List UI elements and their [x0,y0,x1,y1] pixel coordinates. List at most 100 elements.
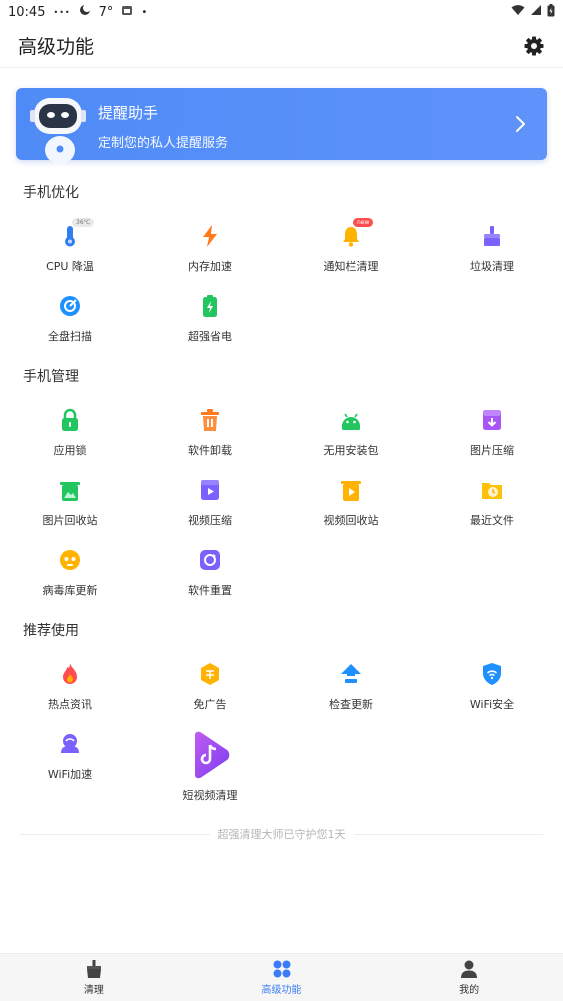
section-title-manage: 手机管理 [23,369,79,385]
reset-icon [200,550,220,570]
video-compress-item[interactable]: 视频压缩 [140,478,280,528]
recent-files-item[interactable]: 最近文件 [422,478,562,528]
nav-tab-advanced[interactable]: 高级功能 [188,954,376,1001]
junk-clean-item[interactable]: 垃圾清理 [422,224,562,274]
item-label: WiFi加速 [47,768,93,781]
flame-icon [63,663,77,684]
temperature-badge: 36℃ [72,218,95,227]
lightning-icon [203,225,217,247]
notification-clean-item[interactable]: new 通知栏清理 [281,218,421,274]
banner-title: 提醒助手 [98,104,159,122]
useless-apk-item[interactable]: 无用安装包 [281,408,421,458]
signal-icon [530,4,542,20]
item-label: 软件重置 [188,584,232,597]
cpu-cool-item[interactable]: 36℃ CPU 降温 [0,218,140,274]
image-recycle-icon [60,482,80,501]
uninstall-item[interactable]: 软件卸载 [140,408,280,458]
power-save-item[interactable]: 超强省电 [140,294,280,344]
moon-icon [79,4,91,20]
item-label: 热点资讯 [48,698,92,711]
wifi-security-item[interactable]: WiFi安全 [422,662,562,712]
broom-icon [484,226,500,246]
image-recycle-item[interactable]: 图片回收站 [0,478,140,528]
item-label: CPU 降温 [46,260,94,273]
image-compress-item[interactable]: 图片压缩 [422,408,562,458]
section-title-optimize: 手机优化 [23,185,79,201]
item-label: 通知栏清理 [323,260,379,273]
battery-saver-icon [203,295,217,317]
item-label: 无用安装包 [323,444,379,457]
wifi-boost-item[interactable]: WiFi加速 [0,732,140,782]
nav-tab-clean[interactable]: 清理 [0,954,188,1001]
section-title-recommend: 推荐使用 [23,623,79,639]
ad-free-icon [201,663,219,685]
divider [20,833,210,835]
app-bar: 高级功能 [0,24,563,68]
wifi-shield-icon [483,663,501,685]
item-label: 图片压缩 [470,444,514,457]
wifi-boost-icon [61,734,79,753]
software-reset-item[interactable]: 软件重置 [140,548,280,598]
item-label: 超强省电 [188,330,232,343]
item-label: 视频回收站 [323,514,379,527]
status-dots: ••• [53,7,71,17]
item-label: 病毒库更新 [42,584,98,597]
android-icon [342,413,360,430]
image-compress-icon [483,410,501,430]
calendar-icon [121,4,133,20]
user-icon [461,960,478,978]
battery-icon [547,3,555,21]
lock-icon [62,408,78,431]
divider [353,833,543,835]
upload-arrow-icon [341,664,361,683]
virus-db-update-item[interactable]: 病毒库更新 [0,548,140,598]
status-temperature: 7° [98,4,114,20]
item-label: 短视频清理 [182,789,238,802]
check-update-item[interactable]: 检查更新 [281,662,421,712]
broom-icon [86,960,101,978]
reminder-assistant-banner[interactable]: 提醒助手 定制您的私人提醒服务 [16,88,547,164]
nav-tab-profile[interactable]: 我的 [375,954,563,1001]
chevron-right-icon [516,116,525,132]
page-title: 高级功能 [18,36,95,58]
status-dot: • [141,6,148,18]
video-compress-icon [201,480,219,500]
status-bar: 10:45 ••• 7° • [0,0,563,24]
thermometer-icon [65,226,75,247]
item-label: 免广告 [193,698,227,711]
item-label: 视频压缩 [188,514,232,527]
scan-icon [60,296,80,316]
protection-note: 超强清理大师已守护您1天 [20,826,543,842]
full-scan-item[interactable]: 全盘扫描 [0,294,140,344]
nav-label: 高级功能 [261,985,302,996]
item-label: 应用锁 [53,444,87,457]
short-video-icon [195,731,230,779]
item-label: 检查更新 [329,698,373,711]
wifi-icon [511,4,525,20]
video-recycle-item[interactable]: 视频回收站 [281,478,421,528]
bottom-nav: 清理 高级功能 我的 [0,953,563,1001]
skull-icon [60,550,80,570]
bell-icon [343,227,359,247]
short-video-clean-item[interactable]: 短视频清理 [140,731,280,803]
item-label: 垃圾清理 [470,260,514,273]
trash-icon [201,409,219,431]
app-lock-item[interactable]: 应用锁 [0,408,140,458]
item-label: 图片回收站 [42,514,98,527]
nav-label: 清理 [83,985,104,996]
memory-boost-item[interactable]: 内存加速 [140,224,280,274]
item-label: 全盘扫描 [48,330,92,343]
protection-days-text: 超强清理大师已守护您1天 [217,828,346,841]
gear-icon [524,36,544,55]
new-badge: new [353,218,374,227]
grid-icon [273,960,290,978]
ad-free-item[interactable]: 免广告 [140,662,280,712]
nav-label: 我的 [459,985,480,996]
hot-news-item[interactable]: 热点资讯 [0,662,140,712]
robot-icon [30,98,86,164]
banner-subtitle: 定制您的私人提醒服务 [98,136,229,151]
folder-clock-icon [482,483,502,499]
status-time: 10:45 [8,4,46,20]
video-recycle-icon [341,481,361,501]
settings-button[interactable] [523,35,545,57]
